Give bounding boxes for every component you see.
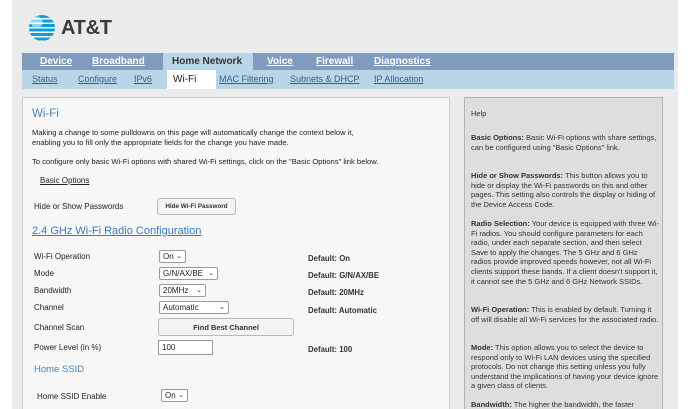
- channel-default: Default: Automatic: [308, 306, 378, 315]
- mode-value: G/N/AX/BE: [163, 269, 204, 278]
- chevron-down-icon: ⌄: [176, 253, 182, 260]
- help-wifi-operation-term: Wi-Fi Operation:: [471, 305, 530, 314]
- home-ssid-enable-label: Home SSID Enable: [37, 392, 107, 401]
- help-radio-selection: Radio Selection: Your device is equipped…: [471, 219, 659, 286]
- help-radio-selection-term: Radio Selection:: [471, 219, 530, 228]
- help-basic-options-term: Basic Options:: [471, 133, 524, 142]
- hide-show-passwords-label: Hide or Show Passwords: [34, 202, 124, 211]
- bandwidth-label: Bandwidth: [34, 286, 72, 295]
- subnav-wifi[interactable]: Wi-Fi: [167, 70, 216, 89]
- help-mode: Mode: This option allows you to select t…: [471, 343, 659, 391]
- home-ssid-enable-select[interactable]: On ⌄: [161, 389, 188, 402]
- subnav-ip-allocation[interactable]: IP Allocation: [374, 70, 423, 89]
- radio-config-title: 2.4 GHz Wi-Fi Radio Configuration: [32, 225, 202, 237]
- att-globe-icon: [29, 15, 55, 41]
- brand-name: AT&T: [61, 16, 112, 39]
- subnav-ipv6[interactable]: IPv6: [134, 70, 152, 89]
- power-level-input[interactable]: 100: [158, 340, 213, 355]
- help-bandwidth-text: The higher the bandwidth, the faster: [511, 400, 634, 409]
- chevron-down-icon: ⌄: [208, 270, 214, 277]
- channel-scan-label: Channel Scan: [34, 323, 85, 332]
- help-wifi-operation: Wi-Fi Operation: This is enabled by defa…: [471, 305, 659, 324]
- nav-tab-voice[interactable]: Voice: [267, 53, 293, 70]
- brand-logo: AT&T: [29, 14, 112, 42]
- wifi-operation-value: On: [163, 252, 174, 261]
- subnav-configure[interactable]: Configure: [78, 70, 117, 89]
- chevron-down-icon: ⌄: [219, 304, 225, 311]
- mode-select[interactable]: G/N/AX/BE ⌄: [159, 267, 218, 280]
- channel-value: Automatic: [163, 303, 199, 312]
- mode-default: Default: G/N/AX/BE: [308, 271, 380, 280]
- help-basic-options: Basic Options: Basic Wi-Fi options with …: [471, 133, 659, 152]
- wifi-operation-default: Default: On: [308, 254, 351, 263]
- bandwidth-value: 20MHz: [163, 286, 189, 295]
- nav-tab-home-network[interactable]: Home Network: [163, 53, 253, 70]
- help-mode-text: This option allows you to select the dev…: [471, 343, 659, 391]
- help-hide-show: Hide or Show Passwords: This button allo…: [471, 171, 659, 209]
- page-title: Wi-Fi: [32, 108, 59, 120]
- channel-label: Channel: [34, 303, 64, 312]
- basic-options-link[interactable]: Basic Options: [40, 176, 89, 185]
- nav-tab-broadband[interactable]: Broadband: [92, 53, 145, 70]
- intro-text-3: To configure only basic Wi-Fi options wi…: [32, 157, 379, 166]
- bandwidth-default: Default: 20MHz: [308, 288, 364, 297]
- find-best-channel-button[interactable]: Find Best Channel: [158, 318, 294, 336]
- subnav-status[interactable]: Status: [32, 70, 58, 89]
- primary-nav: Device Broadband Home Network Voice Fire…: [22, 53, 674, 70]
- help-bandwidth: Bandwidth: The higher the bandwidth, the…: [471, 400, 659, 409]
- power-level-default: Default: 100: [308, 345, 353, 354]
- intro-text-2: enabling you to fill only the appropriat…: [32, 138, 289, 147]
- help-radio-selection-text: Your device is equipped with three Wi-Fi…: [471, 219, 660, 286]
- subnav-mac-filtering[interactable]: MAC Filtering: [219, 70, 274, 89]
- home-ssid-title: Home SSID: [34, 364, 85, 375]
- chevron-down-icon: ⌄: [178, 392, 184, 399]
- channel-select[interactable]: Automatic ⌄: [159, 301, 229, 314]
- help-panel: Help Basic Options: Basic Wi-Fi options …: [464, 97, 663, 409]
- wifi-operation-select[interactable]: On ⌄: [159, 250, 186, 263]
- help-mode-term: Mode:: [471, 343, 494, 352]
- chevron-down-icon: ⌄: [196, 287, 202, 294]
- help-hide-show-term: Hide or Show Passwords:: [471, 171, 564, 180]
- subnav-subnets-dhcp[interactable]: Subnets & DHCP: [290, 70, 360, 89]
- intro-text-1: Making a change to some pulldowns on thi…: [32, 128, 354, 137]
- nav-tab-device[interactable]: Device: [40, 53, 72, 70]
- nav-tab-firewall[interactable]: Firewall: [316, 53, 353, 70]
- nav-tab-diagnostics[interactable]: Diagnostics: [374, 53, 431, 70]
- help-title: Help: [471, 109, 487, 118]
- wifi-settings-panel: Wi-Fi Making a change to some pulldowns …: [22, 97, 450, 409]
- secondary-nav: Status Configure IPv6 Wi-Fi MAC Filterin…: [22, 70, 674, 89]
- bandwidth-select[interactable]: 20MHz ⌄: [159, 284, 206, 297]
- wifi-operation-label: Wi-Fi Operation: [34, 252, 91, 261]
- mode-label: Mode: [34, 269, 55, 278]
- hide-wifi-password-button[interactable]: Hide Wi-Fi Password: [157, 198, 236, 215]
- home-ssid-enable-value: On: [165, 391, 176, 400]
- power-level-label: Power Level (in %): [34, 343, 102, 352]
- help-bandwidth-term: Bandwidth:: [471, 400, 512, 409]
